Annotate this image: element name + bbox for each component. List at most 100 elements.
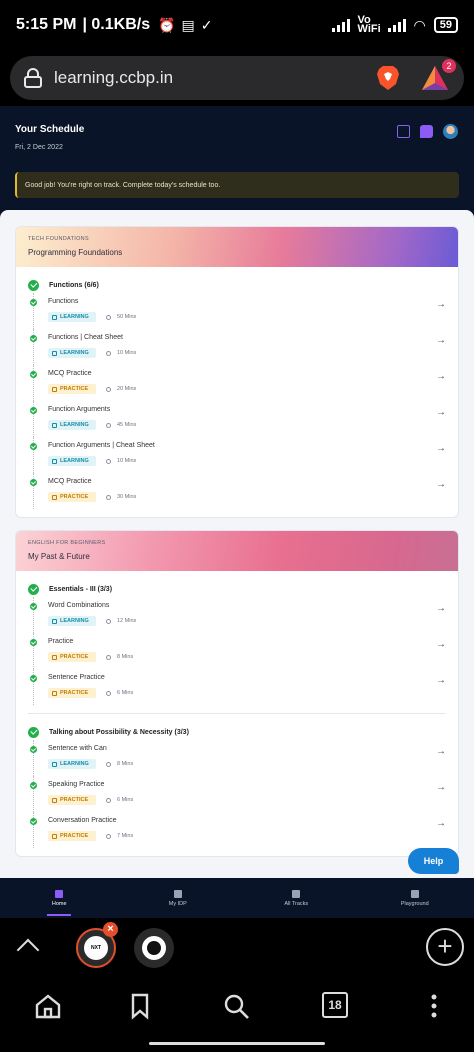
list-item[interactable]: Word Combinations LEARNING 12 Mins →: [28, 597, 446, 633]
address-bar[interactable]: learning.ccbp.in 2: [10, 56, 464, 100]
item-type-label: PRACTICE: [60, 797, 89, 803]
avatar[interactable]: [443, 124, 458, 139]
schedule-content: TECH FOUNDATIONS Programming Foundations…: [0, 210, 474, 878]
course-title: Programming Foundations: [28, 248, 123, 257]
item-duration: 20 Mins: [117, 386, 137, 392]
completed-check-icon: [30, 479, 37, 486]
schedule-date: Fri, 2 Dec 2022: [15, 144, 63, 151]
new-tab-button[interactable]: +: [426, 928, 464, 966]
book-icon: [292, 889, 301, 898]
completed-check-icon: [30, 371, 37, 378]
item-title: Function Arguments: [48, 406, 111, 413]
home-button-icon[interactable]: [34, 992, 62, 1020]
list-item[interactable]: Speaking Practice PRACTICE 6 Mins →: [28, 776, 446, 812]
list-item[interactable]: Functions LEARNING 50 Mins →: [28, 293, 446, 329]
completed-check-icon: [30, 746, 37, 753]
list-item[interactable]: Sentence with Can LEARNING 8 Mins →: [28, 740, 446, 776]
arrow-right-icon[interactable]: →: [436, 603, 446, 614]
chat-icon[interactable]: [420, 125, 433, 138]
clock-icon: [106, 422, 111, 428]
browser-bar: learning.ccbp.in 2: [0, 50, 474, 106]
schedule-title: Your Schedule: [15, 124, 85, 135]
more-menu-icon[interactable]: [420, 992, 448, 1020]
clipboard-icon: [52, 690, 57, 696]
book-icon: [52, 761, 57, 767]
clock-icon: [106, 797, 111, 803]
clock-icon: [106, 690, 111, 696]
item-type-label: LEARNING: [60, 422, 89, 428]
battery-icon: 59: [433, 17, 458, 33]
network-label: Vo WiFi: [357, 14, 381, 35]
nav-my-idp[interactable]: My IDP: [119, 878, 238, 918]
item-title: Practice: [48, 638, 74, 645]
list-item[interactable]: Practice PRACTICE 8 Mins →: [28, 633, 446, 669]
list-item[interactable]: Sentence Practice PRACTICE 6 Mins →: [28, 669, 446, 705]
item-title: MCQ Practice: [48, 478, 92, 485]
brave-rewards-button[interactable]: 2: [420, 59, 456, 93]
net-speed: | 0.1KB/s: [82, 16, 151, 33]
completed-check-icon: [30, 639, 37, 646]
completed-check-icon: [30, 603, 37, 610]
nav-label: All Tracks: [284, 900, 309, 907]
search-icon[interactable]: [222, 992, 250, 1020]
list-item[interactable]: Function Arguments | Cheat Sheet LEARNING…: [28, 437, 446, 473]
lock-icon: [24, 68, 42, 88]
chevron-up-icon[interactable]: [16, 938, 40, 962]
signal-icon: [331, 18, 350, 32]
item-type-badge: LEARNING: [48, 616, 96, 626]
clock-icon: [106, 654, 111, 660]
help-button[interactable]: Help: [408, 848, 459, 874]
completed-check-icon: [30, 818, 37, 825]
list-item[interactable]: MCQ Practice PRACTICE 30 Mins →: [28, 473, 446, 509]
topic-title: Functions (6/6): [49, 281, 99, 289]
tab-globe[interactable]: [134, 928, 174, 968]
arrow-right-icon[interactable]: →: [436, 479, 446, 490]
course-banner[interactable]: TECH FOUNDATIONS Programming Foundations: [16, 227, 458, 267]
nxtwave-logo: NXT WAVE: [84, 936, 108, 975]
arrow-right-icon[interactable]: →: [436, 782, 446, 793]
list-item[interactable]: Functions | Cheat Sheet LEARNING 10 Mins →: [28, 329, 446, 365]
clipboard-icon: [52, 797, 57, 803]
item-duration: 30 Mins: [117, 494, 137, 500]
arrow-right-icon[interactable]: →: [436, 818, 446, 829]
tab-count-button[interactable]: 18: [322, 992, 348, 1018]
item-list: Word Combinations LEARNING 12 Mins → Practic…: [28, 597, 446, 705]
item-title: Sentence Practice: [48, 674, 105, 681]
arrow-right-icon[interactable]: →: [436, 639, 446, 650]
item-duration: 7 Mins: [117, 833, 134, 839]
item-duration: 10 Mins: [117, 350, 137, 356]
home-icon: [55, 889, 64, 898]
arrow-right-icon[interactable]: →: [436, 407, 446, 418]
item-type-label: PRACTICE: [60, 690, 89, 696]
book-icon: [52, 458, 57, 464]
nav-playground[interactable]: Playground: [356, 878, 474, 918]
close-tab-icon[interactable]: ×: [103, 922, 118, 937]
arrow-right-icon[interactable]: →: [436, 371, 446, 382]
bookmark-icon[interactable]: [126, 992, 154, 1020]
status-time: 5:15 PM: [16, 16, 77, 33]
arrow-right-icon[interactable]: →: [436, 299, 446, 310]
arrow-right-icon[interactable]: →: [436, 443, 446, 454]
nav-all-tracks[interactable]: All Tracks: [237, 878, 356, 918]
clock-icon: [106, 314, 111, 320]
list-item[interactable]: Function Arguments LEARNING 45 Mins →: [28, 401, 446, 437]
item-duration: 8 Mins: [117, 761, 134, 767]
item-duration: 50 Mins: [117, 314, 137, 320]
bottom-nav: Home My IDP All Tracks Playground: [0, 878, 474, 918]
progress-alert: Good job! You're right on track. Complet…: [15, 172, 459, 198]
list-item[interactable]: MCQ Practice PRACTICE 20 Mins →: [28, 365, 446, 401]
wifi-icon: ◠: [413, 16, 426, 33]
list-item[interactable]: Conversation Practice PRACTICE 7 Mins →: [28, 812, 446, 848]
item-duration: 6 Mins: [117, 690, 134, 696]
arrow-right-icon[interactable]: →: [436, 675, 446, 686]
home-indicator: [149, 1042, 325, 1045]
arrow-right-icon[interactable]: →: [436, 335, 446, 346]
item-duration: 6 Mins: [117, 797, 134, 803]
course-banner[interactable]: ENGLISH FOR BEGINNERS My Past & Future: [16, 531, 458, 571]
item-duration: 45 Mins: [117, 422, 137, 428]
calendar-icon[interactable]: [397, 125, 410, 138]
arrow-right-icon[interactable]: →: [436, 746, 446, 757]
nav-home[interactable]: Home: [0, 878, 119, 918]
brave-shield-icon[interactable]: [374, 64, 402, 92]
item-type-label: LEARNING: [60, 761, 89, 767]
